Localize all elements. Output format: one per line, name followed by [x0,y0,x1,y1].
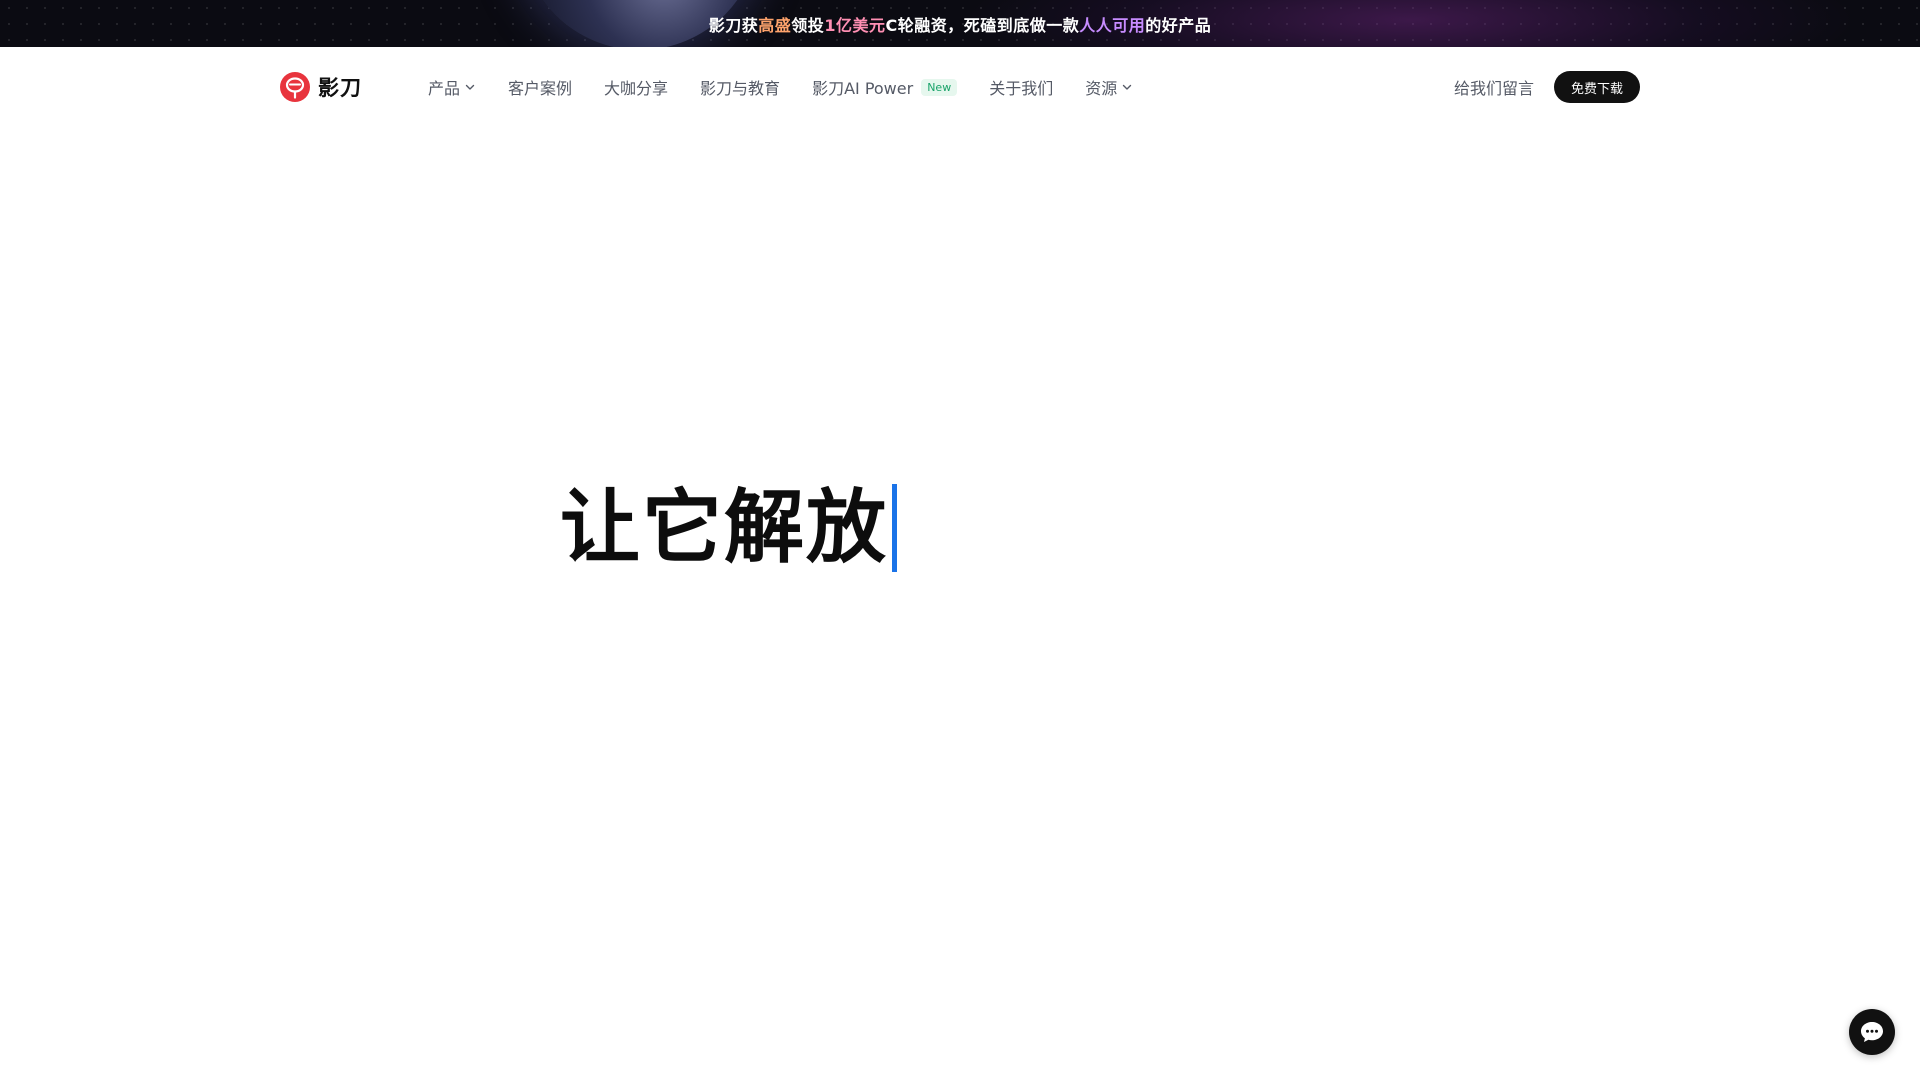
nav-item-about-us[interactable]: 关于我们 [989,75,1053,99]
nav-item-ai-power[interactable]: 影刀AI Power New [812,75,958,99]
chevron-down-icon [465,84,475,90]
banner-segment: 的好产品 [1145,15,1212,35]
chat-support-button[interactable] [1849,1009,1895,1055]
logo-mark-icon [280,72,310,102]
banner-highlight-investor: 高盛 [758,15,792,35]
new-badge: New [921,78,958,96]
brand-logo[interactable]: 影刀 [280,72,362,102]
top-navigation: 影刀 产品 客户案例 大咖分享 影刀与教育 影刀AI Power New 关于我… [0,47,1920,127]
nav-item-label: 产品 [428,79,461,98]
nav-item-education[interactable]: 影刀与教育 [700,75,780,99]
banner-text: 影刀获 高盛 领投 1亿美元 C轮融资，死磕到底做一款 人人可用 的好产品 [709,12,1211,36]
nav-item-label: 资源 [1085,79,1118,98]
nav-item-label: 客户案例 [508,79,573,98]
nav-item-label: 影刀与教育 [700,79,781,98]
nav-actions: 给我们留言 免费下载 [1454,47,1640,127]
banner-segment: 影刀获 [708,15,759,35]
banner-segment: 领投 [791,15,825,35]
nav-item-label: 影刀AI Power [812,79,914,98]
hero-title: 让它解放 [560,481,888,574]
nav-item-resources[interactable]: 资源 [1085,75,1133,99]
nav-item-label: 关于我们 [989,79,1054,98]
nav-item-expert-sharing[interactable]: 大咖分享 [604,75,668,99]
banner-highlight-everyone: 人人可用 [1079,15,1146,35]
nav-menu: 产品 客户案例 大咖分享 影刀与教育 影刀AI Power New 关于我们 资… [428,47,1165,127]
leave-message-link[interactable]: 给我们留言 [1454,75,1534,99]
typing-caret [892,484,897,572]
nav-item-customer-cases[interactable]: 客户案例 [508,75,572,99]
free-download-button[interactable]: 免费下载 [1553,71,1640,103]
nav-item-label: 大咖分享 [604,79,669,98]
chat-bubble-icon [1861,1022,1883,1042]
hero-section: 让它解放 [560,482,897,574]
nav-item-products[interactable]: 产品 [428,75,476,99]
announcement-banner[interactable]: 影刀获 高盛 领投 1亿美元 C轮融资，死磕到底做一款 人人可用 的好产品 [0,0,1920,47]
banner-segment: C轮融资，死磕到底做一款 [885,15,1080,35]
banner-highlight-amount: 1亿美元 [824,15,886,35]
logo-text: 影刀 [318,76,362,100]
chevron-down-icon [1123,84,1132,90]
